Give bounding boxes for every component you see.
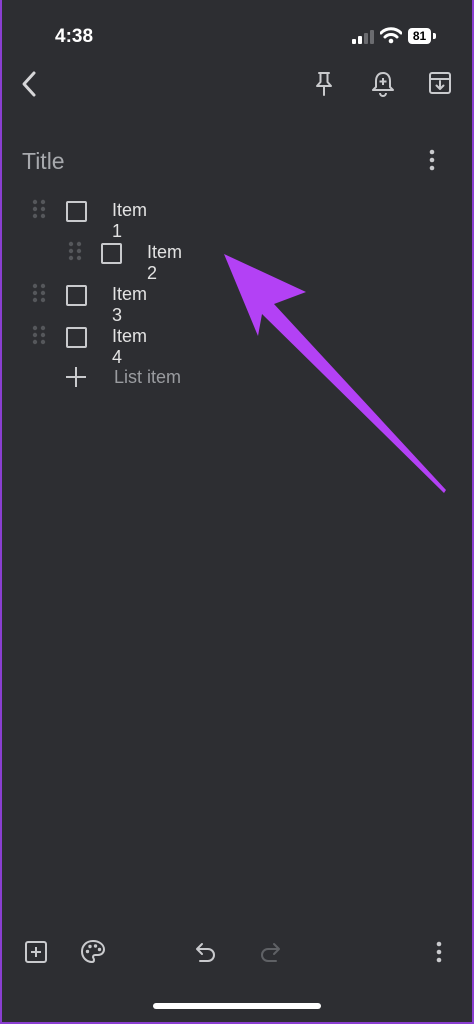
drag-handle-icon[interactable] bbox=[31, 282, 47, 308]
palette-icon[interactable] bbox=[80, 939, 106, 965]
archive-icon[interactable] bbox=[428, 70, 452, 96]
item-label[interactable]: Item 1 bbox=[112, 200, 147, 242]
drag-handle-icon[interactable] bbox=[67, 240, 83, 266]
item-checkbox[interactable] bbox=[66, 327, 87, 348]
home-indicator bbox=[153, 1003, 321, 1009]
redo-icon[interactable] bbox=[258, 941, 284, 963]
note-editor-screen: 4:38 81 Title Item 1 Item 2 Item 3 Item … bbox=[2, 0, 472, 1022]
cellular-signal-icon bbox=[352, 30, 374, 44]
add-box-icon[interactable] bbox=[24, 940, 48, 964]
battery-tip bbox=[433, 33, 436, 39]
more-options-icon[interactable] bbox=[431, 940, 447, 964]
add-list-item-input[interactable]: List item bbox=[114, 367, 181, 388]
item-label[interactable]: Item 2 bbox=[147, 242, 182, 284]
drag-handle-icon[interactable] bbox=[31, 324, 47, 350]
title-more-options-icon[interactable] bbox=[424, 148, 440, 172]
pin-icon[interactable] bbox=[312, 70, 336, 98]
add-item-plus-icon[interactable] bbox=[65, 366, 87, 388]
annotation-arrow-icon bbox=[220, 250, 452, 495]
undo-icon[interactable] bbox=[192, 941, 218, 963]
drag-handle-icon[interactable] bbox=[31, 198, 47, 224]
wifi-icon bbox=[380, 27, 402, 44]
item-checkbox[interactable] bbox=[101, 243, 122, 264]
item-label[interactable]: Item 3 bbox=[112, 284, 147, 326]
status-time: 4:38 bbox=[55, 26, 94, 47]
item-label[interactable]: Item 4 bbox=[112, 326, 147, 368]
note-title-input[interactable]: Title bbox=[22, 148, 65, 175]
back-arrow-icon[interactable] bbox=[18, 70, 42, 98]
add-reminder-icon[interactable] bbox=[370, 70, 396, 98]
item-checkbox[interactable] bbox=[66, 201, 87, 222]
item-checkbox[interactable] bbox=[66, 285, 87, 306]
battery-icon: 81 bbox=[408, 28, 431, 44]
